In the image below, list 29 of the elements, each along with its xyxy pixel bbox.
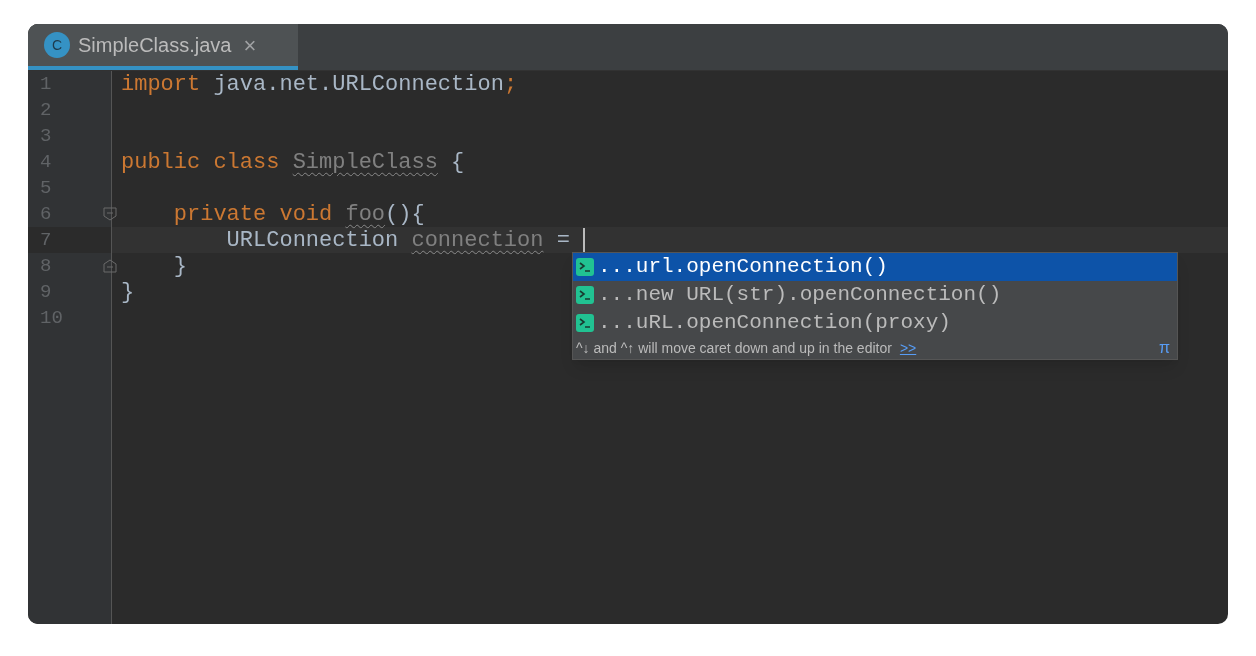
code-token: } xyxy=(172,252,187,281)
pi-icon[interactable]: π xyxy=(1158,336,1170,360)
line-number: 7 xyxy=(40,227,52,253)
method-icon xyxy=(576,258,594,276)
hint-text: ^↓ and ^↑ will move caret down and up in the editor xyxy=(576,338,892,358)
fold-icon[interactable] xyxy=(103,207,117,221)
code-token: connection xyxy=(411,226,544,255)
code-token: { xyxy=(450,148,465,177)
code-token: import xyxy=(121,70,201,99)
code-token: SimpleClass xyxy=(292,148,438,177)
code-token: (){ xyxy=(385,200,425,229)
class-icon: C xyxy=(44,32,70,58)
completion-item[interactable]: ...new URL(str).openConnection() xyxy=(573,281,1177,309)
code-token: public class xyxy=(121,148,281,177)
method-icon xyxy=(576,286,594,304)
code-token: foo xyxy=(345,200,386,229)
code-token: private void xyxy=(172,200,334,229)
code-token: URLConnection xyxy=(225,226,400,255)
code-token: = xyxy=(555,226,571,255)
close-icon[interactable]: × xyxy=(243,28,257,62)
file-tab[interactable]: C SimpleClass.java × xyxy=(28,24,298,70)
fold-icon[interactable] xyxy=(103,259,117,273)
more-link[interactable]: >> xyxy=(899,337,917,359)
code-token: } xyxy=(121,278,135,307)
code-token: java.net.URLConnection xyxy=(212,70,504,99)
completion-item[interactable]: ...url.openConnection() xyxy=(573,253,1177,281)
code-token: ; xyxy=(503,70,518,99)
completion-item[interactable]: ...uRL.openConnection(proxy) xyxy=(573,309,1177,337)
method-icon xyxy=(576,314,594,332)
